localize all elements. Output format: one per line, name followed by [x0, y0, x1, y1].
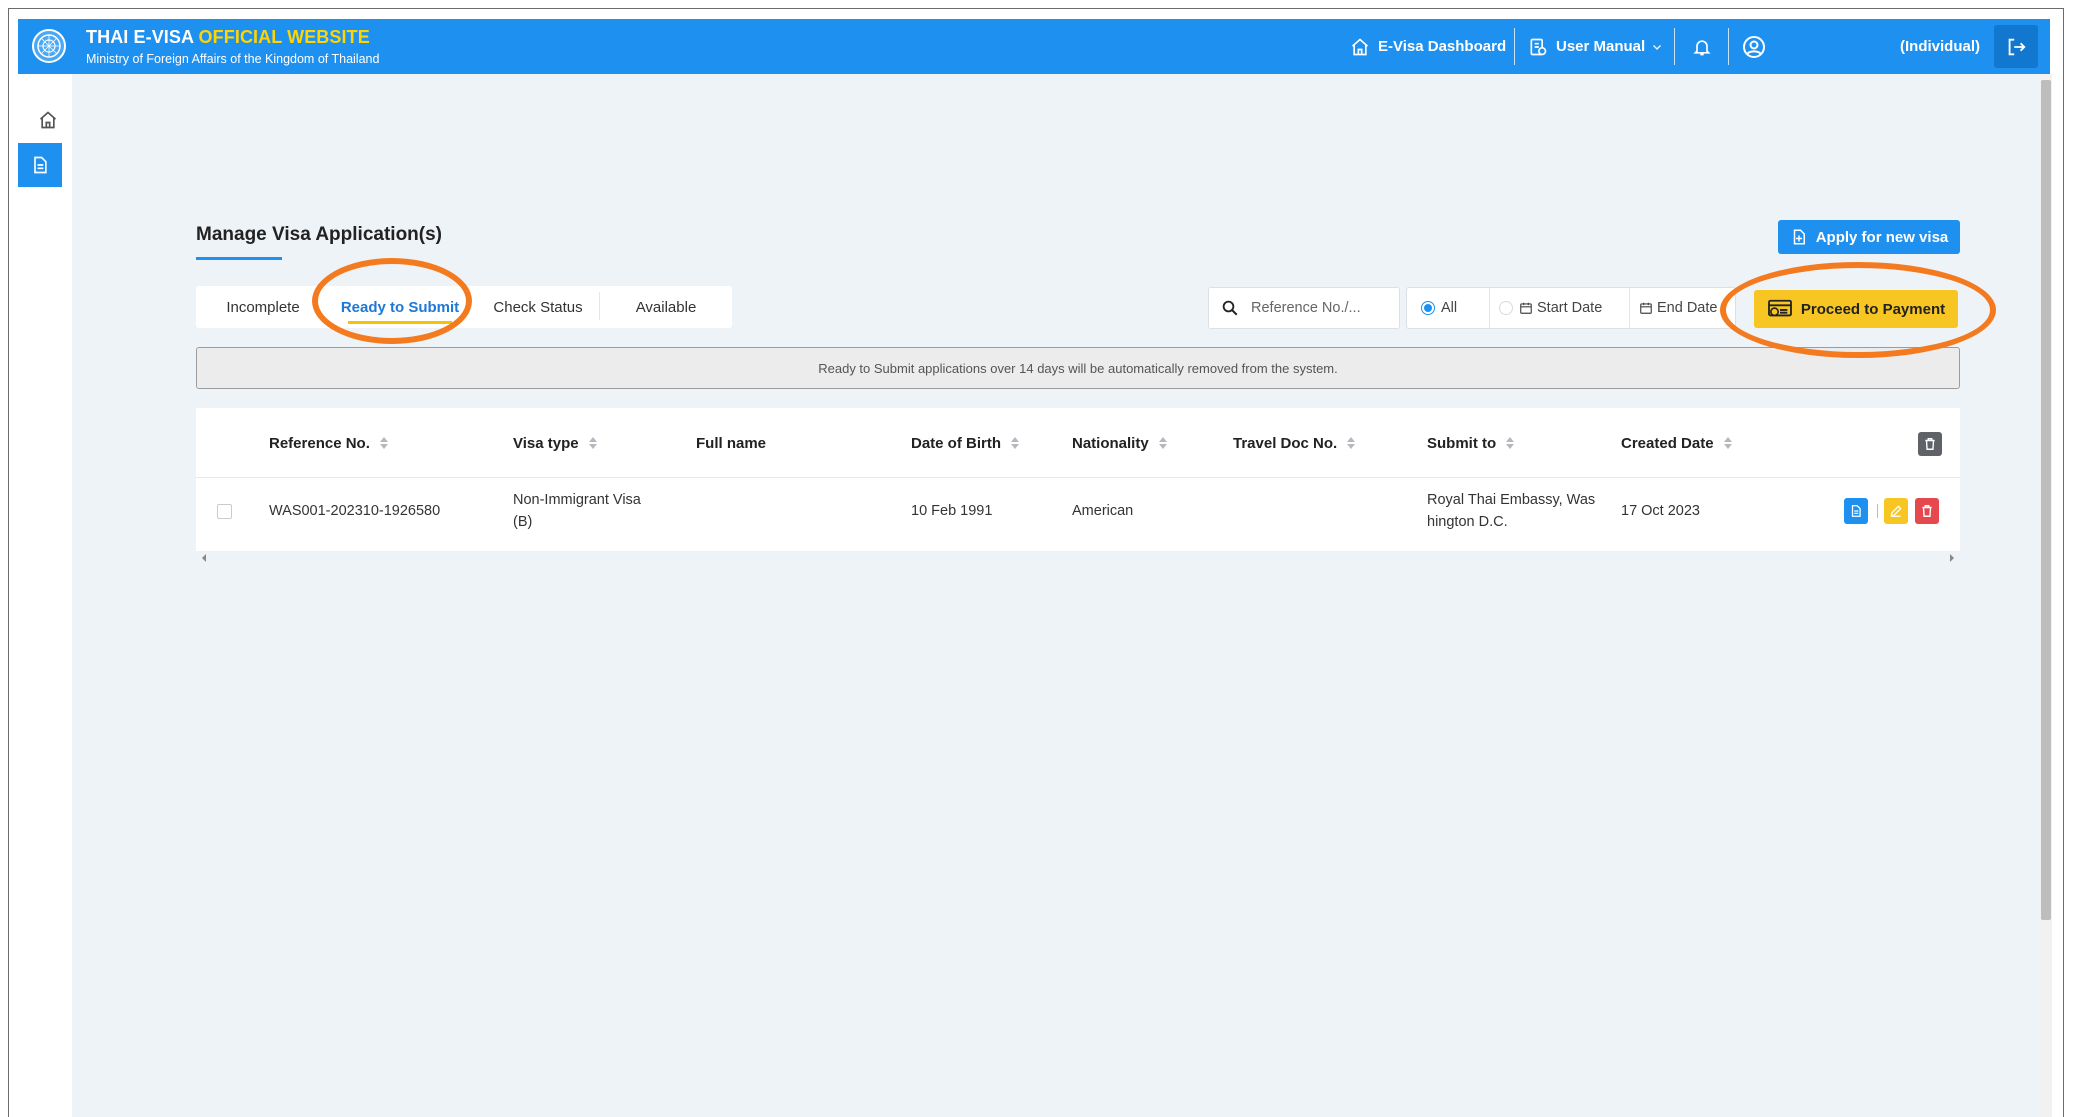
- payment-icon: [1767, 299, 1792, 317]
- proceed-to-payment-button[interactable]: Proceed to Payment: [1754, 290, 1958, 328]
- logout-button[interactable]: [1994, 25, 2038, 68]
- action-divider: [1877, 504, 1878, 518]
- cell-dob: 10 Feb 1991: [911, 503, 993, 519]
- logout-icon: [2008, 38, 2026, 55]
- notifications-button[interactable]: [1692, 19, 1720, 74]
- tab-available[interactable]: Available: [600, 286, 732, 328]
- filter-start-date-label: Start Date: [1537, 300, 1603, 316]
- user-icon: [1743, 35, 1765, 58]
- home-icon: [1351, 37, 1369, 55]
- radio-selected-icon: [1421, 301, 1435, 315]
- bell-icon: [1693, 39, 1711, 55]
- delete-selected-button[interactable]: [1918, 432, 1942, 456]
- chevron-down-icon: [1653, 44, 1662, 50]
- cell-nationality: American: [1072, 503, 1134, 519]
- sidebar: [18, 74, 72, 1117]
- calendar-icon: [1640, 302, 1652, 314]
- table-row[interactable]: WAS001-202310-1926580 Non-Immigrant Visa…: [196, 478, 1960, 544]
- document-icon: [1851, 505, 1861, 517]
- search-icon: [1222, 300, 1238, 316]
- auto-removal-notice: Ready to Submit applications over 14 day…: [196, 347, 1960, 389]
- sort-icon: [588, 436, 597, 450]
- trash-icon: [1922, 505, 1932, 517]
- trash-icon: [1925, 438, 1935, 450]
- applications-table: Reference No. Visa type Full name Date o…: [196, 408, 1960, 551]
- sort-icon: [1347, 436, 1356, 450]
- plus-file-icon: [1793, 229, 1805, 245]
- table-header: Reference No. Visa type Full name Date o…: [196, 408, 1960, 478]
- page-title: Manage Visa Application(s): [196, 224, 442, 245]
- scroll-right-arrow[interactable]: [1950, 554, 1954, 562]
- tab-incomplete[interactable]: Incomplete: [196, 286, 330, 328]
- sidebar-item-applications[interactable]: [18, 143, 62, 187]
- cell-reference: WAS001-202310-1926580: [269, 503, 441, 519]
- tab-ready-to-submit[interactable]: Ready to Submit: [330, 286, 470, 328]
- row-checkbox[interactable]: [217, 504, 232, 519]
- proceed-to-payment-label: Proceed to Payment: [1800, 300, 1946, 318]
- filter-divider: [1629, 288, 1630, 328]
- nav-evisa-dashboard-label: E-Visa Dashboard: [1378, 38, 1507, 55]
- cell-visa-type: Non-Immigrant Visa (B): [513, 492, 641, 530]
- column-header-travel-doc[interactable]: Travel Doc No.: [1233, 408, 1356, 478]
- column-header-full-name: Full name: [696, 434, 767, 452]
- sort-icon: [1723, 436, 1732, 450]
- site-title: THAI E-VISA OFFICIAL WEBSITE: [86, 27, 370, 47]
- nav-divider: [1728, 28, 1729, 65]
- apply-new-visa-label: Apply for new visa: [1815, 228, 1949, 246]
- radio-unselected-icon: [1499, 301, 1513, 315]
- column-header-nationality[interactable]: Nationality: [1072, 408, 1167, 478]
- filter-start-date[interactable]: Start Date: [1499, 288, 1602, 328]
- delete-application-button[interactable]: [1915, 498, 1939, 524]
- view-application-button[interactable]: [1844, 498, 1868, 524]
- sort-icon: [1506, 436, 1515, 450]
- cell-submit-to: Royal Thai Embassy, Washington D.C.: [1427, 492, 1596, 530]
- filter-end-date-label: End Date: [1657, 300, 1718, 316]
- sidebar-item-home[interactable]: [26, 98, 70, 142]
- home-icon: [39, 111, 57, 129]
- tab-check-status[interactable]: Check Status: [470, 286, 606, 328]
- scroll-left-arrow[interactable]: [202, 554, 206, 562]
- nav-evisa-dashboard[interactable]: E-Visa Dashboard: [1350, 19, 1506, 74]
- column-header-created-date[interactable]: Created Date: [1621, 408, 1732, 478]
- nav-user-manual[interactable]: User Manual: [1528, 19, 1663, 74]
- edit-icon: [1890, 505, 1902, 517]
- cell-created-date: 17 Oct 2023: [1621, 503, 1700, 519]
- nav-user-manual-label: User Manual: [1556, 38, 1646, 55]
- emblem-icon: [32, 29, 66, 63]
- column-header-reference[interactable]: Reference No.: [269, 408, 388, 478]
- column-header-dob[interactable]: Date of Birth: [911, 408, 1019, 478]
- apply-new-visa-button[interactable]: Apply for new visa: [1778, 220, 1960, 254]
- page-title-underline: [196, 257, 282, 260]
- horizontal-scrollbar[interactable]: [196, 551, 1960, 565]
- profile-button[interactable]: [1742, 19, 1774, 74]
- filter-all-radio[interactable]: All: [1421, 288, 1457, 328]
- edit-application-button[interactable]: [1884, 498, 1908, 524]
- nav-divider: [1674, 28, 1675, 65]
- top-navigation-bar: THAI E-VISA OFFICIAL WEBSITE Ministry of…: [18, 19, 2050, 74]
- filter-divider: [1489, 288, 1490, 328]
- filter-all-label: All: [1441, 300, 1458, 316]
- sort-icon: [1011, 436, 1019, 450]
- manual-icon: [1530, 38, 1547, 55]
- search-input[interactable]: Reference No./...: [1208, 287, 1400, 329]
- calendar-icon: [1520, 302, 1532, 314]
- site-subtitle: Ministry of Foreign Affairs of the Kingd…: [86, 52, 380, 66]
- sort-icon: [379, 436, 388, 450]
- column-header-visa-type[interactable]: Visa type: [513, 408, 597, 478]
- search-placeholder: Reference No./...: [1251, 300, 1361, 316]
- date-filter-group: All Start Date End Date: [1406, 287, 1736, 329]
- column-header-submit-to[interactable]: Submit to: [1427, 408, 1515, 478]
- document-icon: [34, 156, 47, 174]
- user-type-label: (Individual): [1900, 38, 1980, 55]
- filter-end-date[interactable]: End Date: [1639, 288, 1717, 328]
- vertical-scrollbar-thumb[interactable]: [2041, 80, 2051, 920]
- status-tabs: Incomplete Ready to Submit Check Status …: [196, 286, 732, 328]
- sort-icon: [1158, 436, 1167, 450]
- nav-divider: [1514, 28, 1515, 65]
